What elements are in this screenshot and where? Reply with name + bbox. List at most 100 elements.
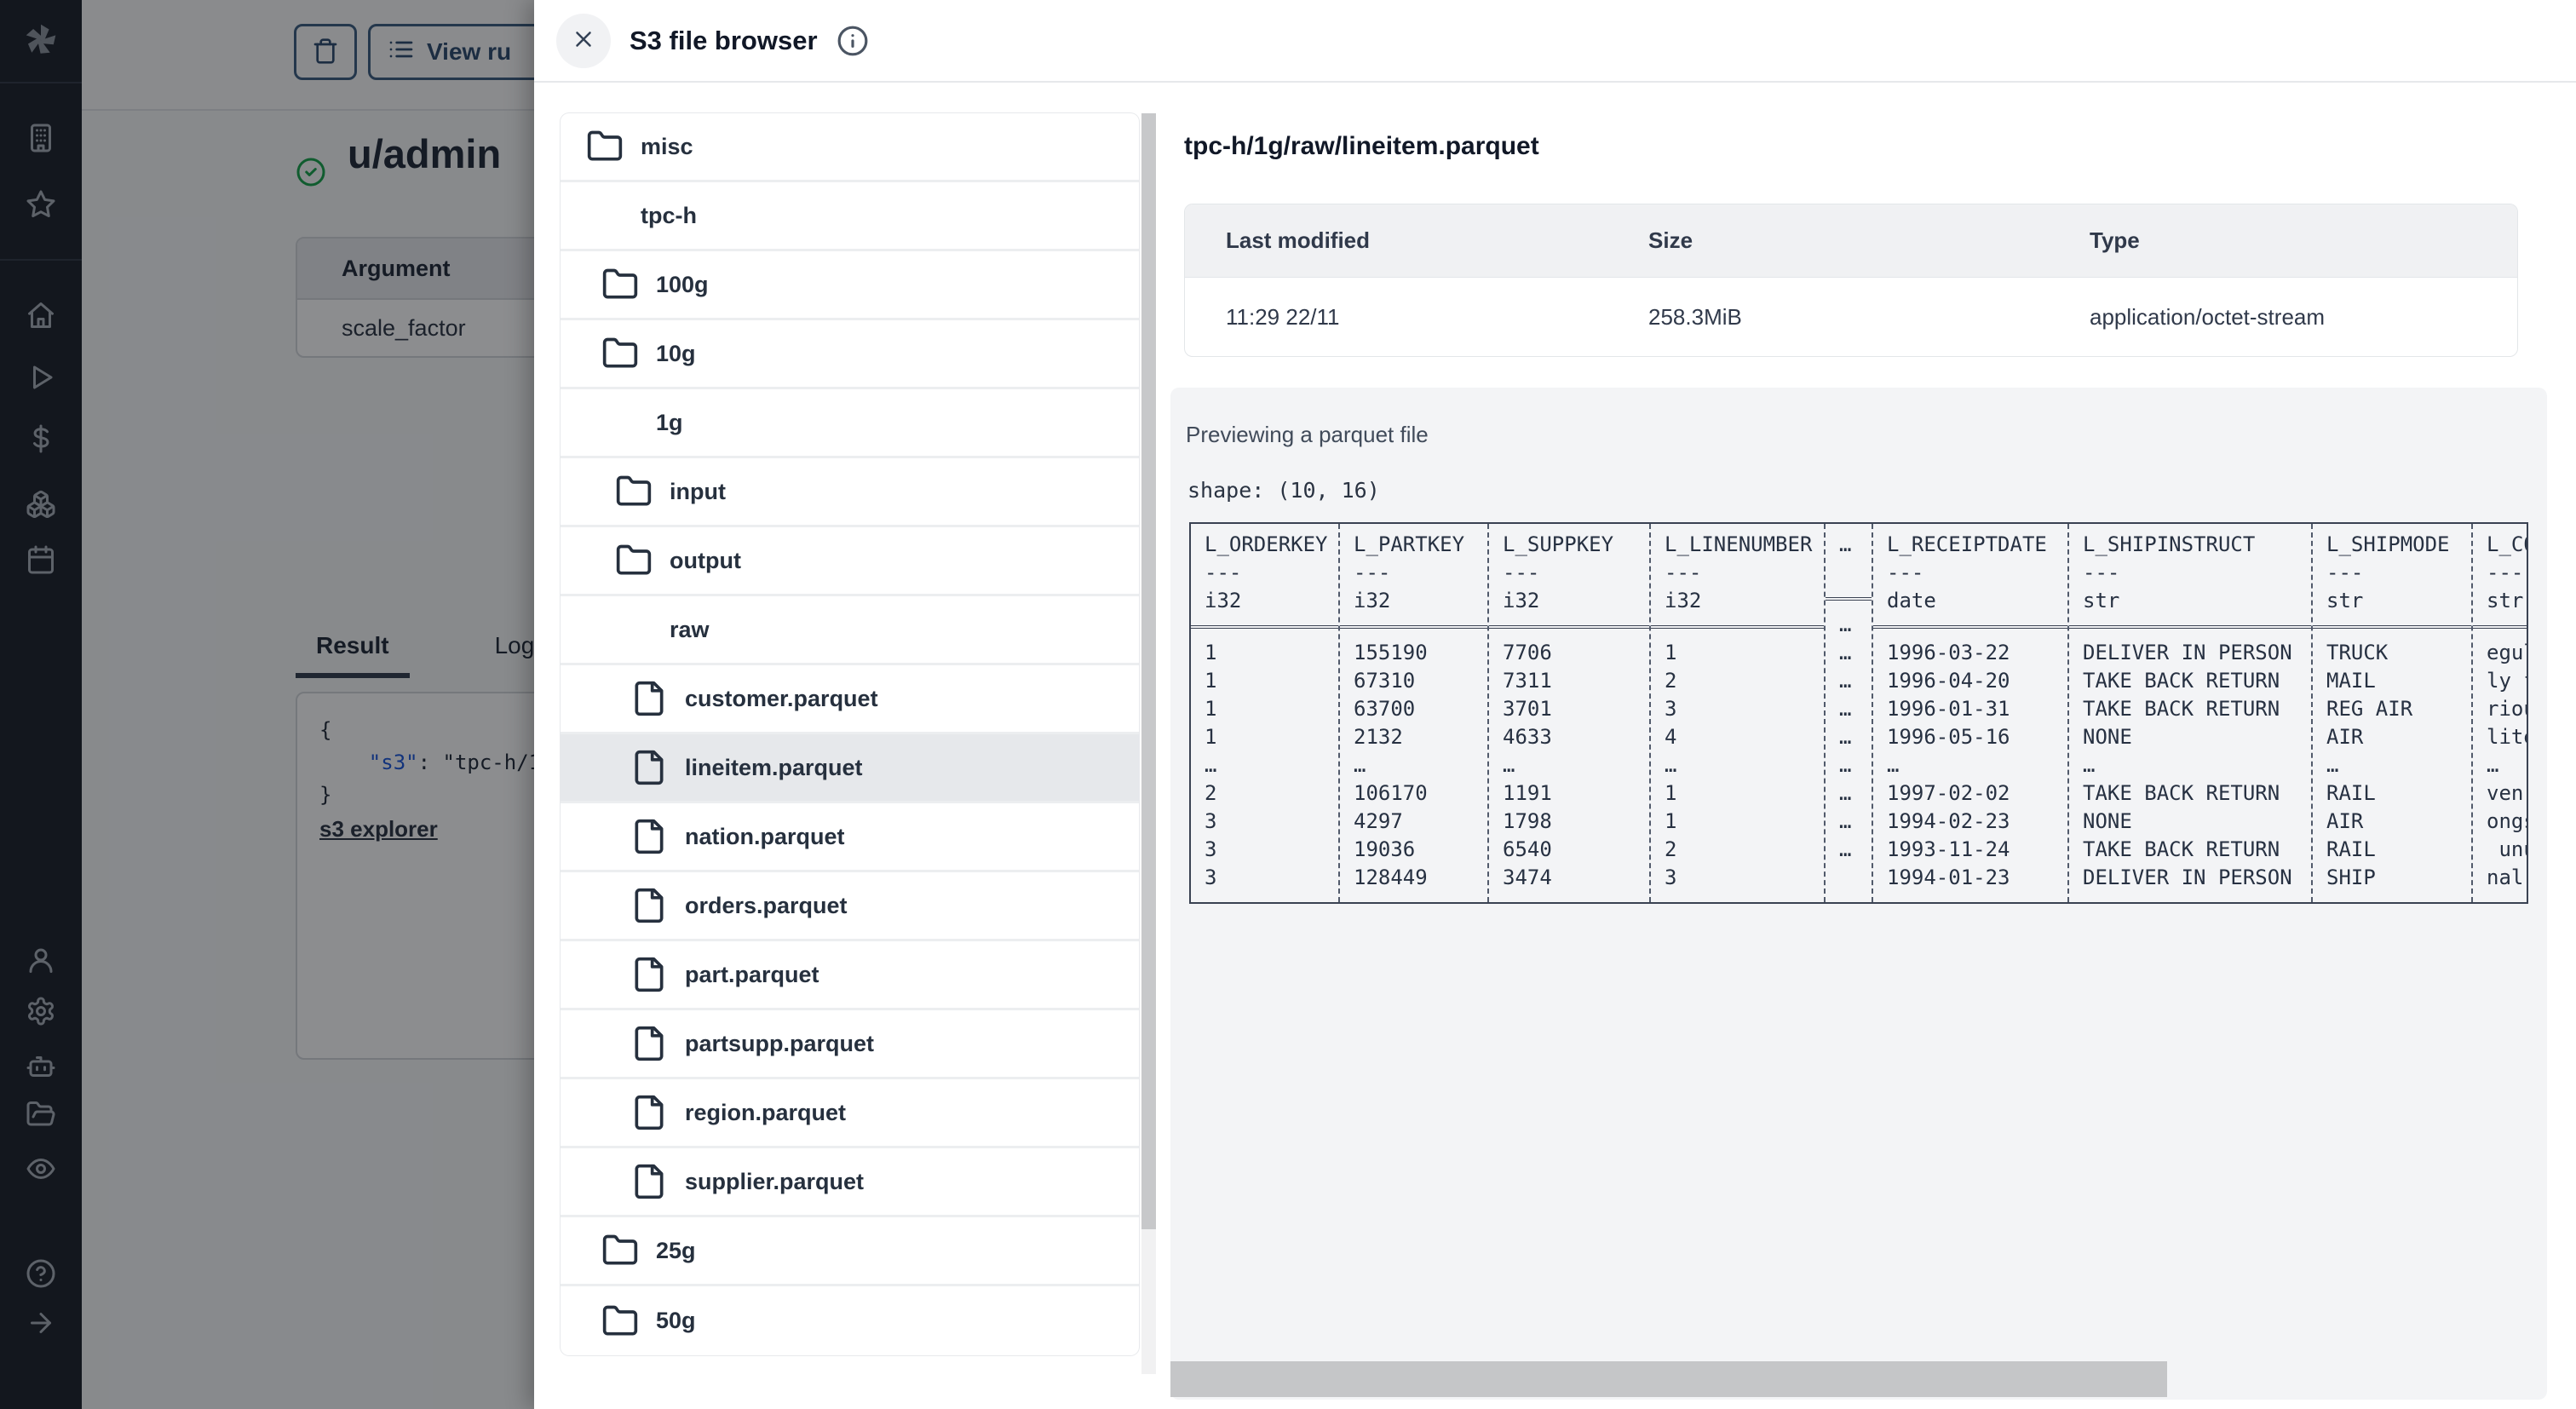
tree-item-label: supplier.parquet bbox=[685, 1168, 865, 1194]
tree-item-supplier.parquet[interactable]: supplier.parquet bbox=[561, 1148, 1139, 1217]
tree-item-tpc-h[interactable]: tpc-h bbox=[561, 182, 1139, 251]
s3-file-browser-modal: S3 file browser misc tpc-h 100g 10g 1g input o… bbox=[534, 0, 2576, 1409]
tree-item-misc[interactable]: misc bbox=[561, 113, 1139, 182]
preview-column-header: L_CO --- str bbox=[2473, 524, 2527, 629]
tree-scrollbar[interactable] bbox=[1141, 113, 1156, 1374]
meta-value-0: 11:29 22/11 bbox=[1226, 303, 1340, 330]
preview-column-header: L_LINENUMBER --- i32 bbox=[1651, 524, 1824, 629]
preview-label: Previewing a parquet file bbox=[1186, 422, 1429, 447]
preview-column-header: L_ORDERKEY --- i32 bbox=[1191, 524, 1338, 629]
tree-item-part.parquet[interactable]: part.parquet bbox=[561, 941, 1139, 1010]
folder-icon bbox=[586, 128, 624, 165]
file-icon bbox=[630, 1163, 668, 1200]
tree-item-10g[interactable]: 10g bbox=[561, 320, 1139, 389]
modal-body: misc tpc-h 100g 10g 1g input output raw customer… bbox=[534, 83, 2576, 1409]
preview-column-L_CO: L_CO --- str egul ly f riou lite … ven on… bbox=[2473, 524, 2527, 902]
tree-item-25g[interactable]: 25g bbox=[561, 1217, 1139, 1286]
meta-header-2: Type bbox=[2090, 227, 2140, 253]
preview-column-values: 1996-03-22 1996-04-20 1996-01-31 1996-05… bbox=[1887, 641, 2010, 889]
folder-open-icon bbox=[615, 611, 653, 648]
parquet-preview-table: L_ORDERKEY --- i32 1 1 1 1 … 2 3 3 3 L_PAR… bbox=[1189, 522, 2528, 904]
close-button[interactable] bbox=[556, 13, 611, 68]
modal-title: S3 file browser bbox=[630, 25, 818, 55]
tree-item-label: lineitem.parquet bbox=[685, 754, 863, 780]
preview-column-L_RECEIPTDATE: L_RECEIPTDATE --- date 1996-03-22 1996-04… bbox=[1873, 524, 2069, 902]
tree-item-50g[interactable]: 50g bbox=[561, 1286, 1139, 1355]
tree-item-label: input bbox=[670, 478, 726, 504]
preview-column-header: L_SUPPKEY --- i32 bbox=[1489, 524, 1649, 629]
folder-open-icon bbox=[601, 404, 639, 441]
folder-icon bbox=[615, 542, 653, 579]
tree-item-label: 25g bbox=[656, 1237, 696, 1263]
tree-item-partsupp.parquet[interactable]: partsupp.parquet bbox=[561, 1010, 1139, 1079]
tree-scrollbar-thumb[interactable] bbox=[1141, 113, 1156, 1229]
tree-item-orders.parquet[interactable]: orders.parquet bbox=[561, 872, 1139, 941]
preview-column-values: 1 2 3 4 … 1 1 2 3 bbox=[1665, 641, 1677, 889]
preview-column-values: … … … … … … … … … bbox=[1839, 612, 1852, 861]
preview-column-L_SHIPMODE: L_SHIPMODE --- str TRUCK MAIL REG AIR AIR… bbox=[2313, 524, 2473, 902]
tree-item-customer.parquet[interactable]: customer.parquet bbox=[561, 665, 1139, 734]
meta-header-0: Last modified bbox=[1226, 227, 1371, 253]
folder-icon bbox=[601, 335, 639, 372]
tree-item-label: part.parquet bbox=[685, 961, 819, 987]
tree-item-1g[interactable]: 1g bbox=[561, 389, 1139, 458]
meta-value-1: 258.3MiB bbox=[1648, 303, 1742, 330]
file-icon bbox=[630, 1025, 668, 1062]
file-tree: misc tpc-h 100g 10g 1g input output raw customer… bbox=[561, 113, 1139, 1355]
preview-column-L_ORDERKEY: L_ORDERKEY --- i32 1 1 1 1 … 2 3 3 3 bbox=[1191, 524, 1340, 902]
meta-value-row: 11:29 22/11 258.3MiB application/octet-str… bbox=[1185, 278, 2517, 356]
preview-column-header: … bbox=[1826, 524, 1872, 601]
preview-column-values: 7706 7311 3701 4633 … 1191 1798 6540 347… bbox=[1503, 641, 1552, 889]
tree-item-label: tpc-h bbox=[641, 202, 697, 228]
file-tree-pane: misc tpc-h 100g 10g 1g input output raw customer… bbox=[534, 83, 1157, 1409]
info-icon[interactable] bbox=[837, 25, 869, 57]
preview-column-values: 1 1 1 1 … 2 3 3 3 bbox=[1205, 641, 1217, 889]
tree-item-label: output bbox=[670, 547, 741, 573]
preview-shape: shape: (10, 16) bbox=[1187, 478, 1380, 503]
preview-column-header: L_PARTKEY --- i32 bbox=[1340, 524, 1487, 629]
tree-item-label: nation.parquet bbox=[685, 823, 845, 849]
tree-item-label: orders.parquet bbox=[685, 892, 848, 918]
close-icon bbox=[571, 26, 596, 55]
tree-item-label: misc bbox=[641, 133, 693, 159]
parquet-preview-panel: Previewing a parquet file shape: (10, 16… bbox=[1170, 388, 2547, 1400]
preview-column-values: egul ly f riou lite … ven ongs unu nal bbox=[2487, 641, 2527, 889]
meta-header-1: Size bbox=[1648, 227, 1693, 253]
folder-icon bbox=[615, 473, 653, 510]
tree-item-nation.parquet[interactable]: nation.parquet bbox=[561, 803, 1139, 872]
tree-item-label: customer.parquet bbox=[685, 685, 878, 711]
horizontal-scrollbar-thumb[interactable] bbox=[1170, 1361, 2167, 1397]
file-icon bbox=[630, 680, 668, 717]
preview-column-L_PARTKEY: L_PARTKEY --- i32 155190 67310 63700 2132… bbox=[1340, 524, 1489, 902]
tree-item-label: raw bbox=[670, 616, 710, 642]
preview-column-L_SUPPKEY: L_SUPPKEY --- i32 7706 7311 3701 4633 … 1… bbox=[1489, 524, 1651, 902]
file-meta-table: Last modified Size Type 11:29 22/11 258.3Mi… bbox=[1184, 204, 2518, 357]
preview-column-L_SHIPINSTRUCT: L_SHIPINSTRUCT --- str DELIVER IN PERSON … bbox=[2069, 524, 2313, 902]
tree-item-label: 10g bbox=[656, 340, 696, 366]
tree-item-label: partsupp.parquet bbox=[685, 1030, 875, 1056]
file-icon bbox=[630, 818, 668, 855]
preview-column-header: L_SHIPINSTRUCT --- str bbox=[2069, 524, 2311, 629]
tree-item-region.parquet[interactable]: region.parquet bbox=[561, 1079, 1139, 1148]
preview-column-…: … … … … … … … … … … bbox=[1826, 524, 1873, 902]
preview-column-values: DELIVER IN PERSON TAKE BACK RETURN TAKE … bbox=[2083, 641, 2292, 889]
modal-dim-overlay[interactable] bbox=[0, 0, 534, 1409]
tree-item-raw[interactable]: raw bbox=[561, 596, 1139, 665]
tree-item-input[interactable]: input bbox=[561, 458, 1139, 527]
preview-column-values: TRUCK MAIL REG AIR AIR … RAIL AIR RAIL S… bbox=[2326, 641, 2413, 889]
folder-icon bbox=[601, 266, 639, 303]
tree-item-lineitem.parquet[interactable]: lineitem.parquet bbox=[561, 734, 1139, 803]
file-icon bbox=[630, 956, 668, 993]
file-icon bbox=[630, 749, 668, 786]
screen: View ru u/admin Argument scale_factor Re… bbox=[0, 0, 2576, 1409]
preview-column-header: L_SHIPMODE --- str bbox=[2313, 524, 2471, 629]
meta-header-row: Last modified Size Type bbox=[1185, 204, 2517, 278]
modal-header: S3 file browser bbox=[534, 0, 2576, 83]
tree-item-label: 50g bbox=[656, 1308, 696, 1333]
tree-item-label: 100g bbox=[656, 271, 709, 297]
folder-icon bbox=[601, 1232, 639, 1269]
file-icon bbox=[630, 1094, 668, 1131]
tree-item-output[interactable]: output bbox=[561, 527, 1139, 596]
tree-item-100g[interactable]: 100g bbox=[561, 251, 1139, 320]
folder-icon bbox=[601, 1303, 639, 1340]
